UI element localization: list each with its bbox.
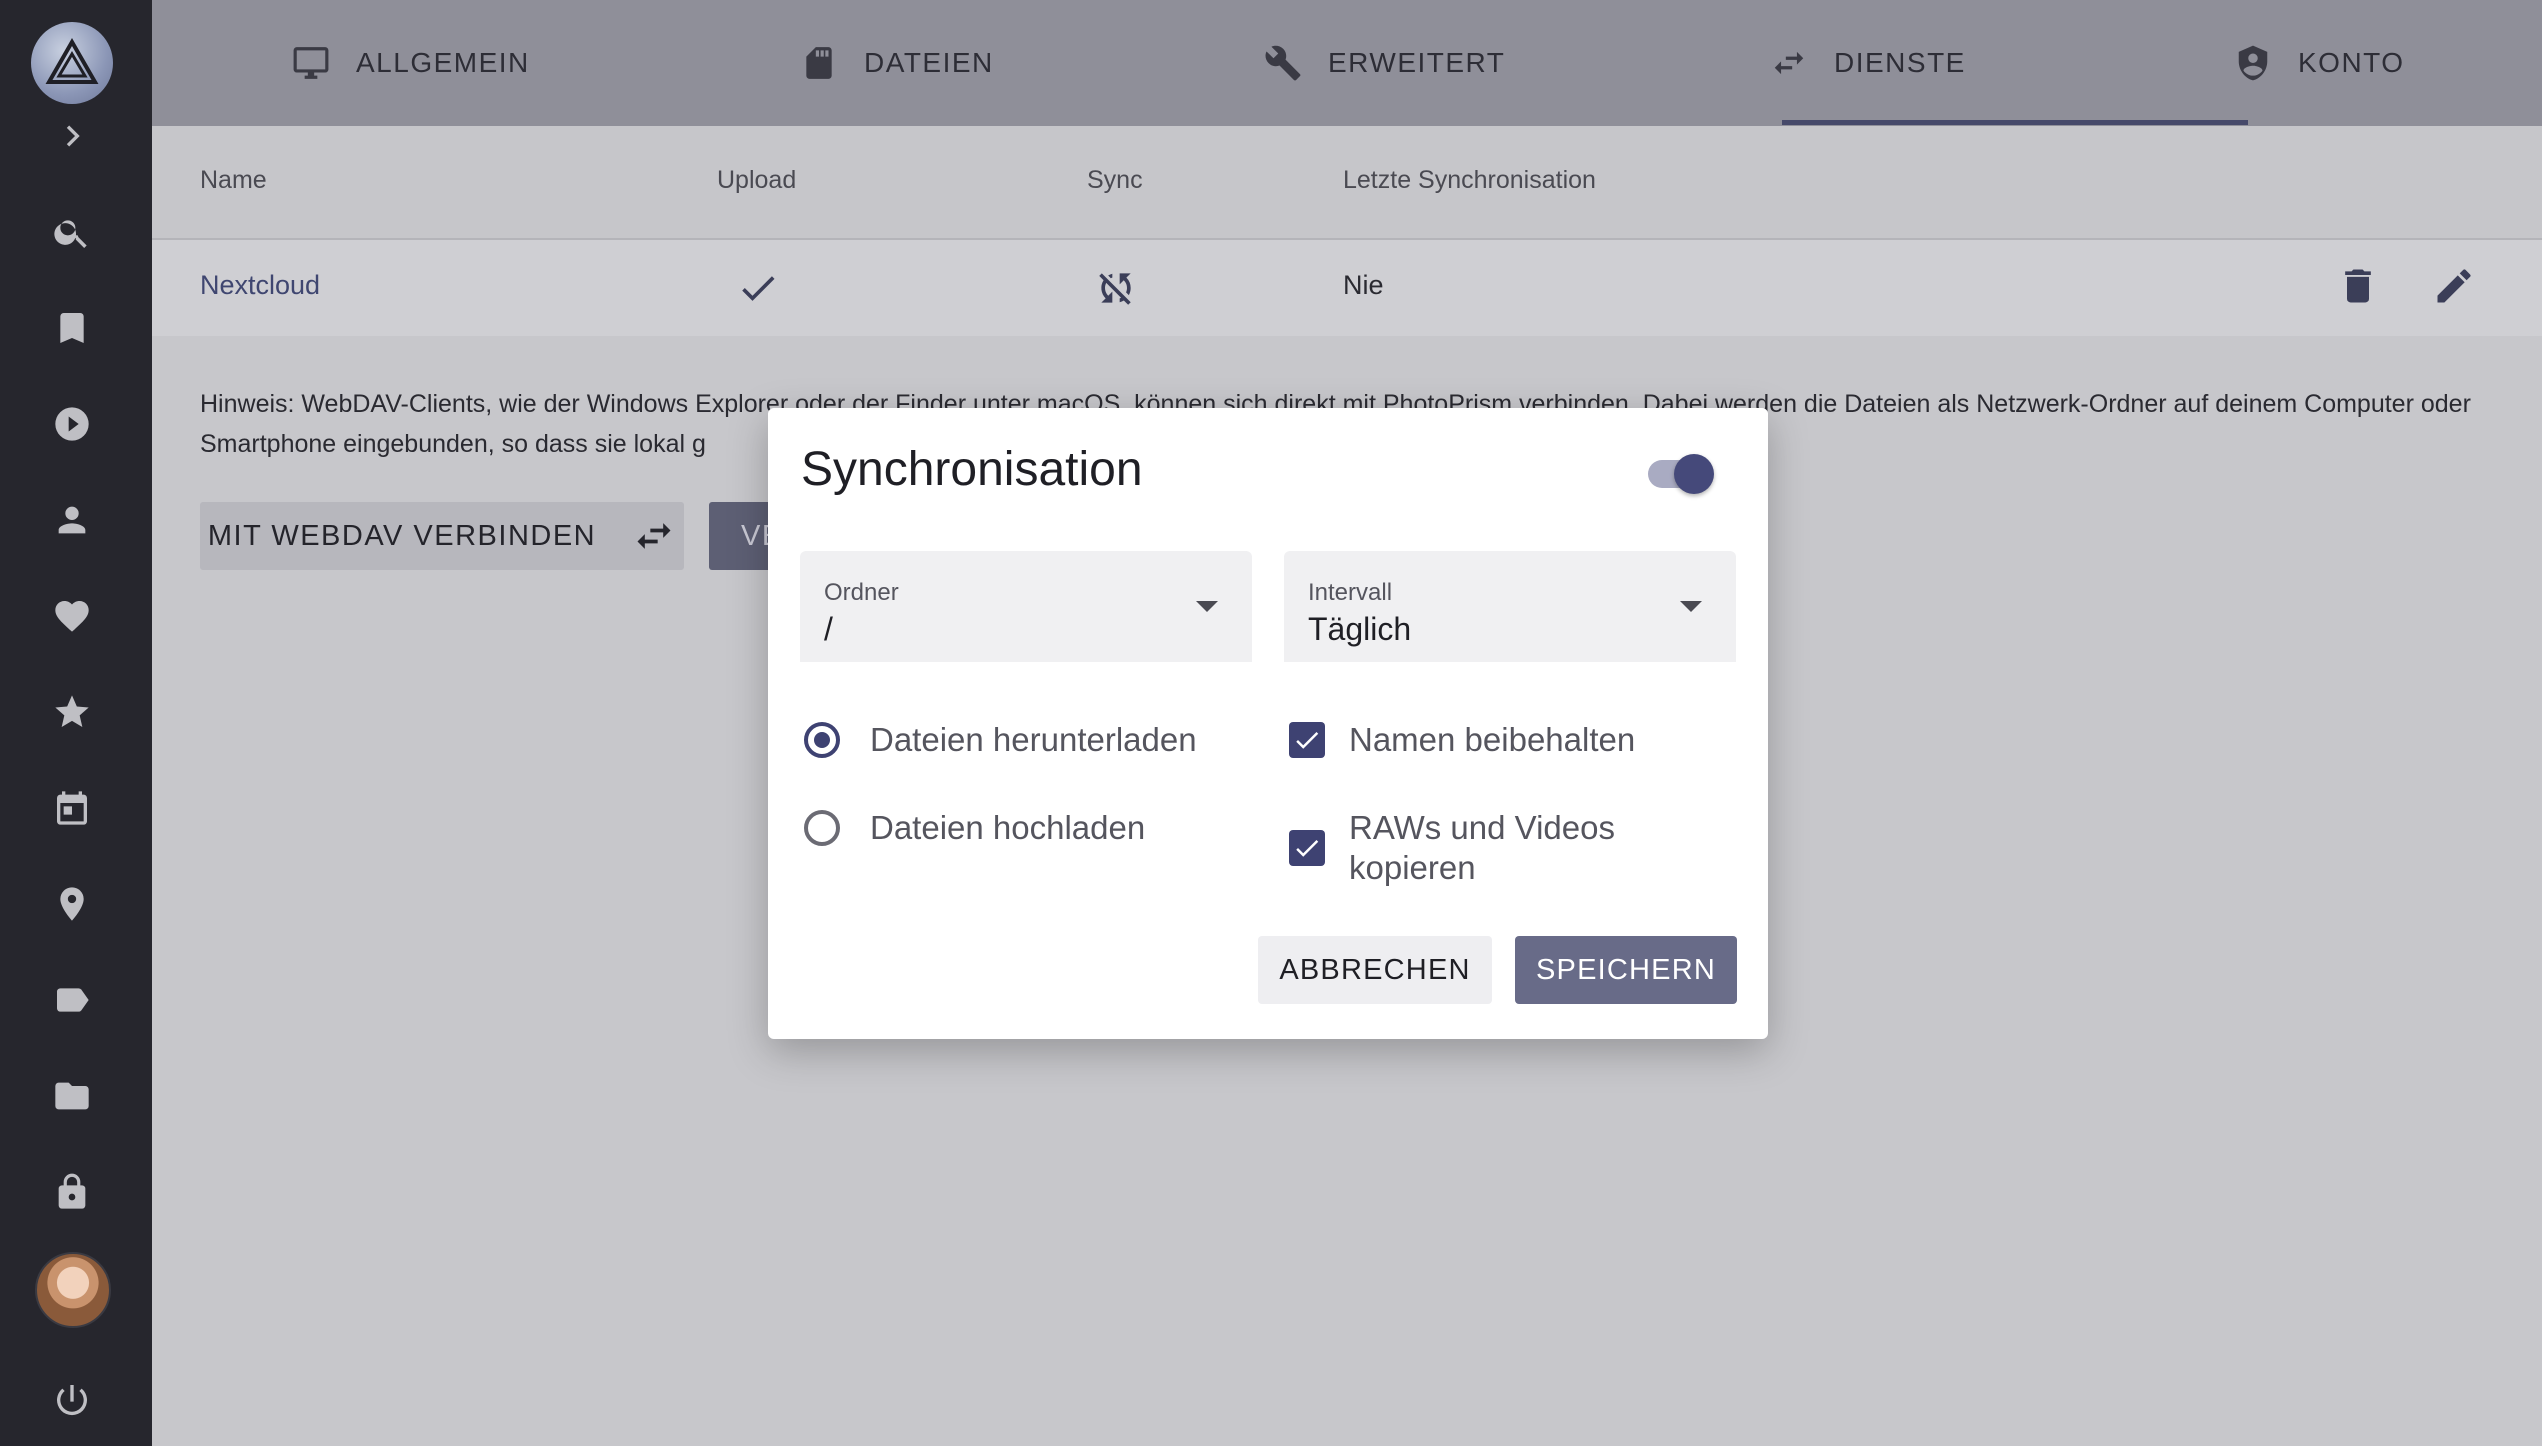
folder-select-value: / <box>824 611 833 647</box>
folder-select-label: Ordner <box>824 579 899 606</box>
interval-select-label: Intervall <box>1308 579 1393 606</box>
copy-raws-videos-label: RAWs und Videos kopieren <box>1349 808 1615 888</box>
upload-files-radio[interactable]: Dateien hochladen <box>804 809 1145 847</box>
sync-enabled-toggle[interactable] <box>1648 452 1716 496</box>
cancel-button[interactable]: ABBRECHEN <box>1258 936 1492 1004</box>
keep-names-checkbox[interactable]: Namen beibehalten <box>1289 721 1635 759</box>
interval-select-value: Täglich <box>1308 611 1412 647</box>
copy-raws-videos-line-1: RAWs und Videos <box>1349 809 1615 846</box>
chevron-down-icon <box>1680 601 1702 612</box>
radio-unselected-icon[interactable] <box>804 810 840 846</box>
radio-selected-icon[interactable] <box>804 722 840 758</box>
chevron-down-icon <box>1196 601 1218 612</box>
checkbox-checked-icon[interactable] <box>1289 830 1325 866</box>
interval-select[interactable]: Intervall Täglich <box>1284 551 1736 662</box>
sync-dialog: Synchronisation Ordner / Intervall Tägli… <box>768 408 1768 1039</box>
save-button[interactable]: SPEICHERN <box>1515 936 1737 1004</box>
checkbox-checked-icon[interactable] <box>1289 722 1325 758</box>
keep-names-label: Namen beibehalten <box>1349 721 1636 758</box>
toggle-knob <box>1674 454 1714 494</box>
copy-raws-videos-checkbox[interactable]: RAWs und Videos kopieren <box>1289 808 1615 888</box>
download-files-label: Dateien herunterladen <box>870 721 1197 758</box>
copy-raws-videos-line-2: kopieren <box>1349 849 1476 886</box>
upload-files-label: Dateien hochladen <box>870 809 1146 846</box>
dialog-title: Synchronisation <box>801 443 1143 496</box>
folder-select[interactable]: Ordner / <box>800 551 1252 662</box>
download-files-radio[interactable]: Dateien herunterladen <box>804 721 1197 759</box>
